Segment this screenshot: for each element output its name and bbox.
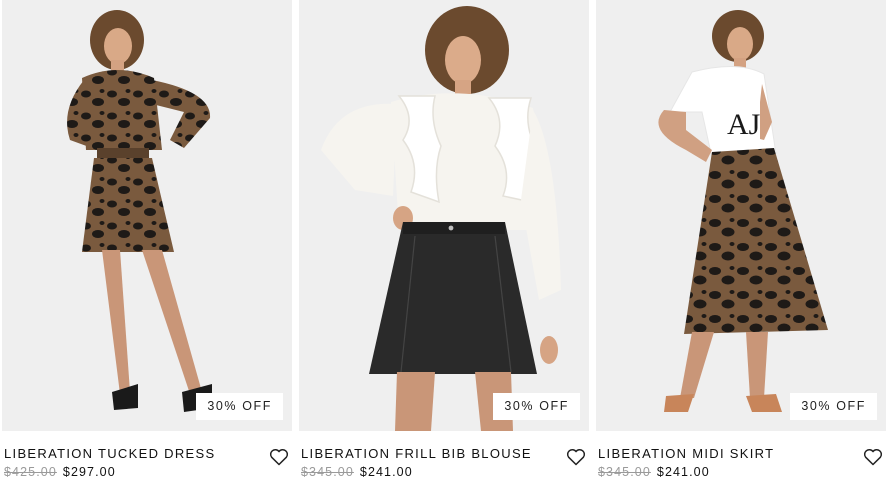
sale-price: $241.00 — [656, 465, 710, 479]
heart-outline-icon — [269, 449, 289, 466]
wishlist-button[interactable] — [566, 448, 586, 466]
product-price: $425.00 $297.00 — [4, 465, 116, 479]
sale-price: $241.00 — [359, 465, 413, 479]
tee-logo: AJ — [727, 108, 761, 141]
original-price: $425.00 — [4, 465, 57, 479]
wishlist-button[interactable] — [863, 448, 883, 466]
discount-badge: 30% OFF — [196, 393, 283, 420]
wishlist-button[interactable] — [269, 448, 289, 466]
original-price: $345.00 — [598, 465, 651, 479]
heart-outline-icon — [566, 449, 586, 466]
product-card[interactable]: 30% OFF LIBERATION TUCKED DRESS $425.00 $… — [2, 0, 292, 479]
model-photo-dress — [2, 0, 292, 431]
original-price: $345.00 — [301, 465, 354, 479]
heart-outline-icon — [863, 449, 883, 466]
product-grid: 30% OFF LIBERATION TUCKED DRESS $425.00 $… — [0, 0, 887, 479]
product-image[interactable]: 30% OFF — [299, 0, 589, 431]
product-image[interactable]: AJ 30% OFF — [596, 0, 886, 431]
product-price: $345.00 $241.00 — [598, 465, 710, 479]
product-name[interactable]: LIBERATION FRILL BIB BLOUSE — [301, 446, 532, 461]
model-photo-skirt: AJ — [596, 0, 886, 431]
product-card[interactable]: AJ 30% OFF LIBERATION MIDI SKIRT $345.00… — [596, 0, 886, 479]
discount-badge: 30% OFF — [790, 393, 877, 420]
product-card[interactable]: 30% OFF LIBERATION FRILL BIB BLOUSE $345… — [299, 0, 589, 479]
product-image[interactable]: 30% OFF — [2, 0, 292, 431]
product-name[interactable]: LIBERATION MIDI SKIRT — [598, 446, 774, 461]
model-photo-blouse — [299, 0, 589, 431]
sale-price: $297.00 — [62, 465, 116, 479]
product-name[interactable]: LIBERATION TUCKED DRESS — [4, 446, 215, 461]
discount-badge: 30% OFF — [493, 393, 580, 420]
product-price: $345.00 $241.00 — [301, 465, 413, 479]
